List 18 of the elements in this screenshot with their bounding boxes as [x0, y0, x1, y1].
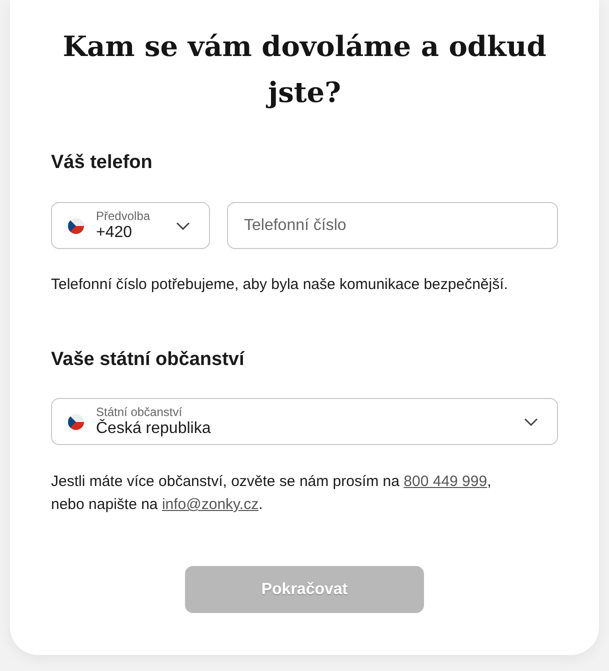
help-text: Telefonní číslo potřebujeme, aby byla naše komunikace bezpečnější.: [51, 275, 508, 295]
citizenship-select[interactable]: Státní občanství Česká republika: [51, 398, 558, 445]
select-value: +420: [96, 222, 132, 242]
field-label: Předvolba: [96, 208, 150, 222]
prefix-select[interactable]: Předvolba +420: [51, 202, 210, 249]
section-heading: Váš telefon: [51, 151, 152, 175]
phone-number-field[interactable]: Telefonní číslo: [227, 202, 558, 249]
page-title: Kam se vám dovoláme a odkud jste?: [62, 29, 548, 111]
phone-link[interactable]: 800 449 999: [404, 473, 488, 490]
field-label: Státní občanství: [96, 404, 182, 418]
select-value: Česká republika: [96, 418, 211, 438]
email-link[interactable]: info@zonky.cz: [162, 496, 259, 513]
chevron-down-icon: [524, 418, 538, 426]
section-heading: Vaše státní občanství: [51, 348, 244, 372]
contact-note: Jestli máte více občanství, ozvěte se nám prosím na 800 449 999, nebo napište na info@zonky.cz.: [51, 472, 492, 515]
chevron-down-icon: [176, 222, 190, 230]
czech-flag-icon: [68, 414, 84, 430]
czech-flag-icon: [68, 218, 84, 234]
